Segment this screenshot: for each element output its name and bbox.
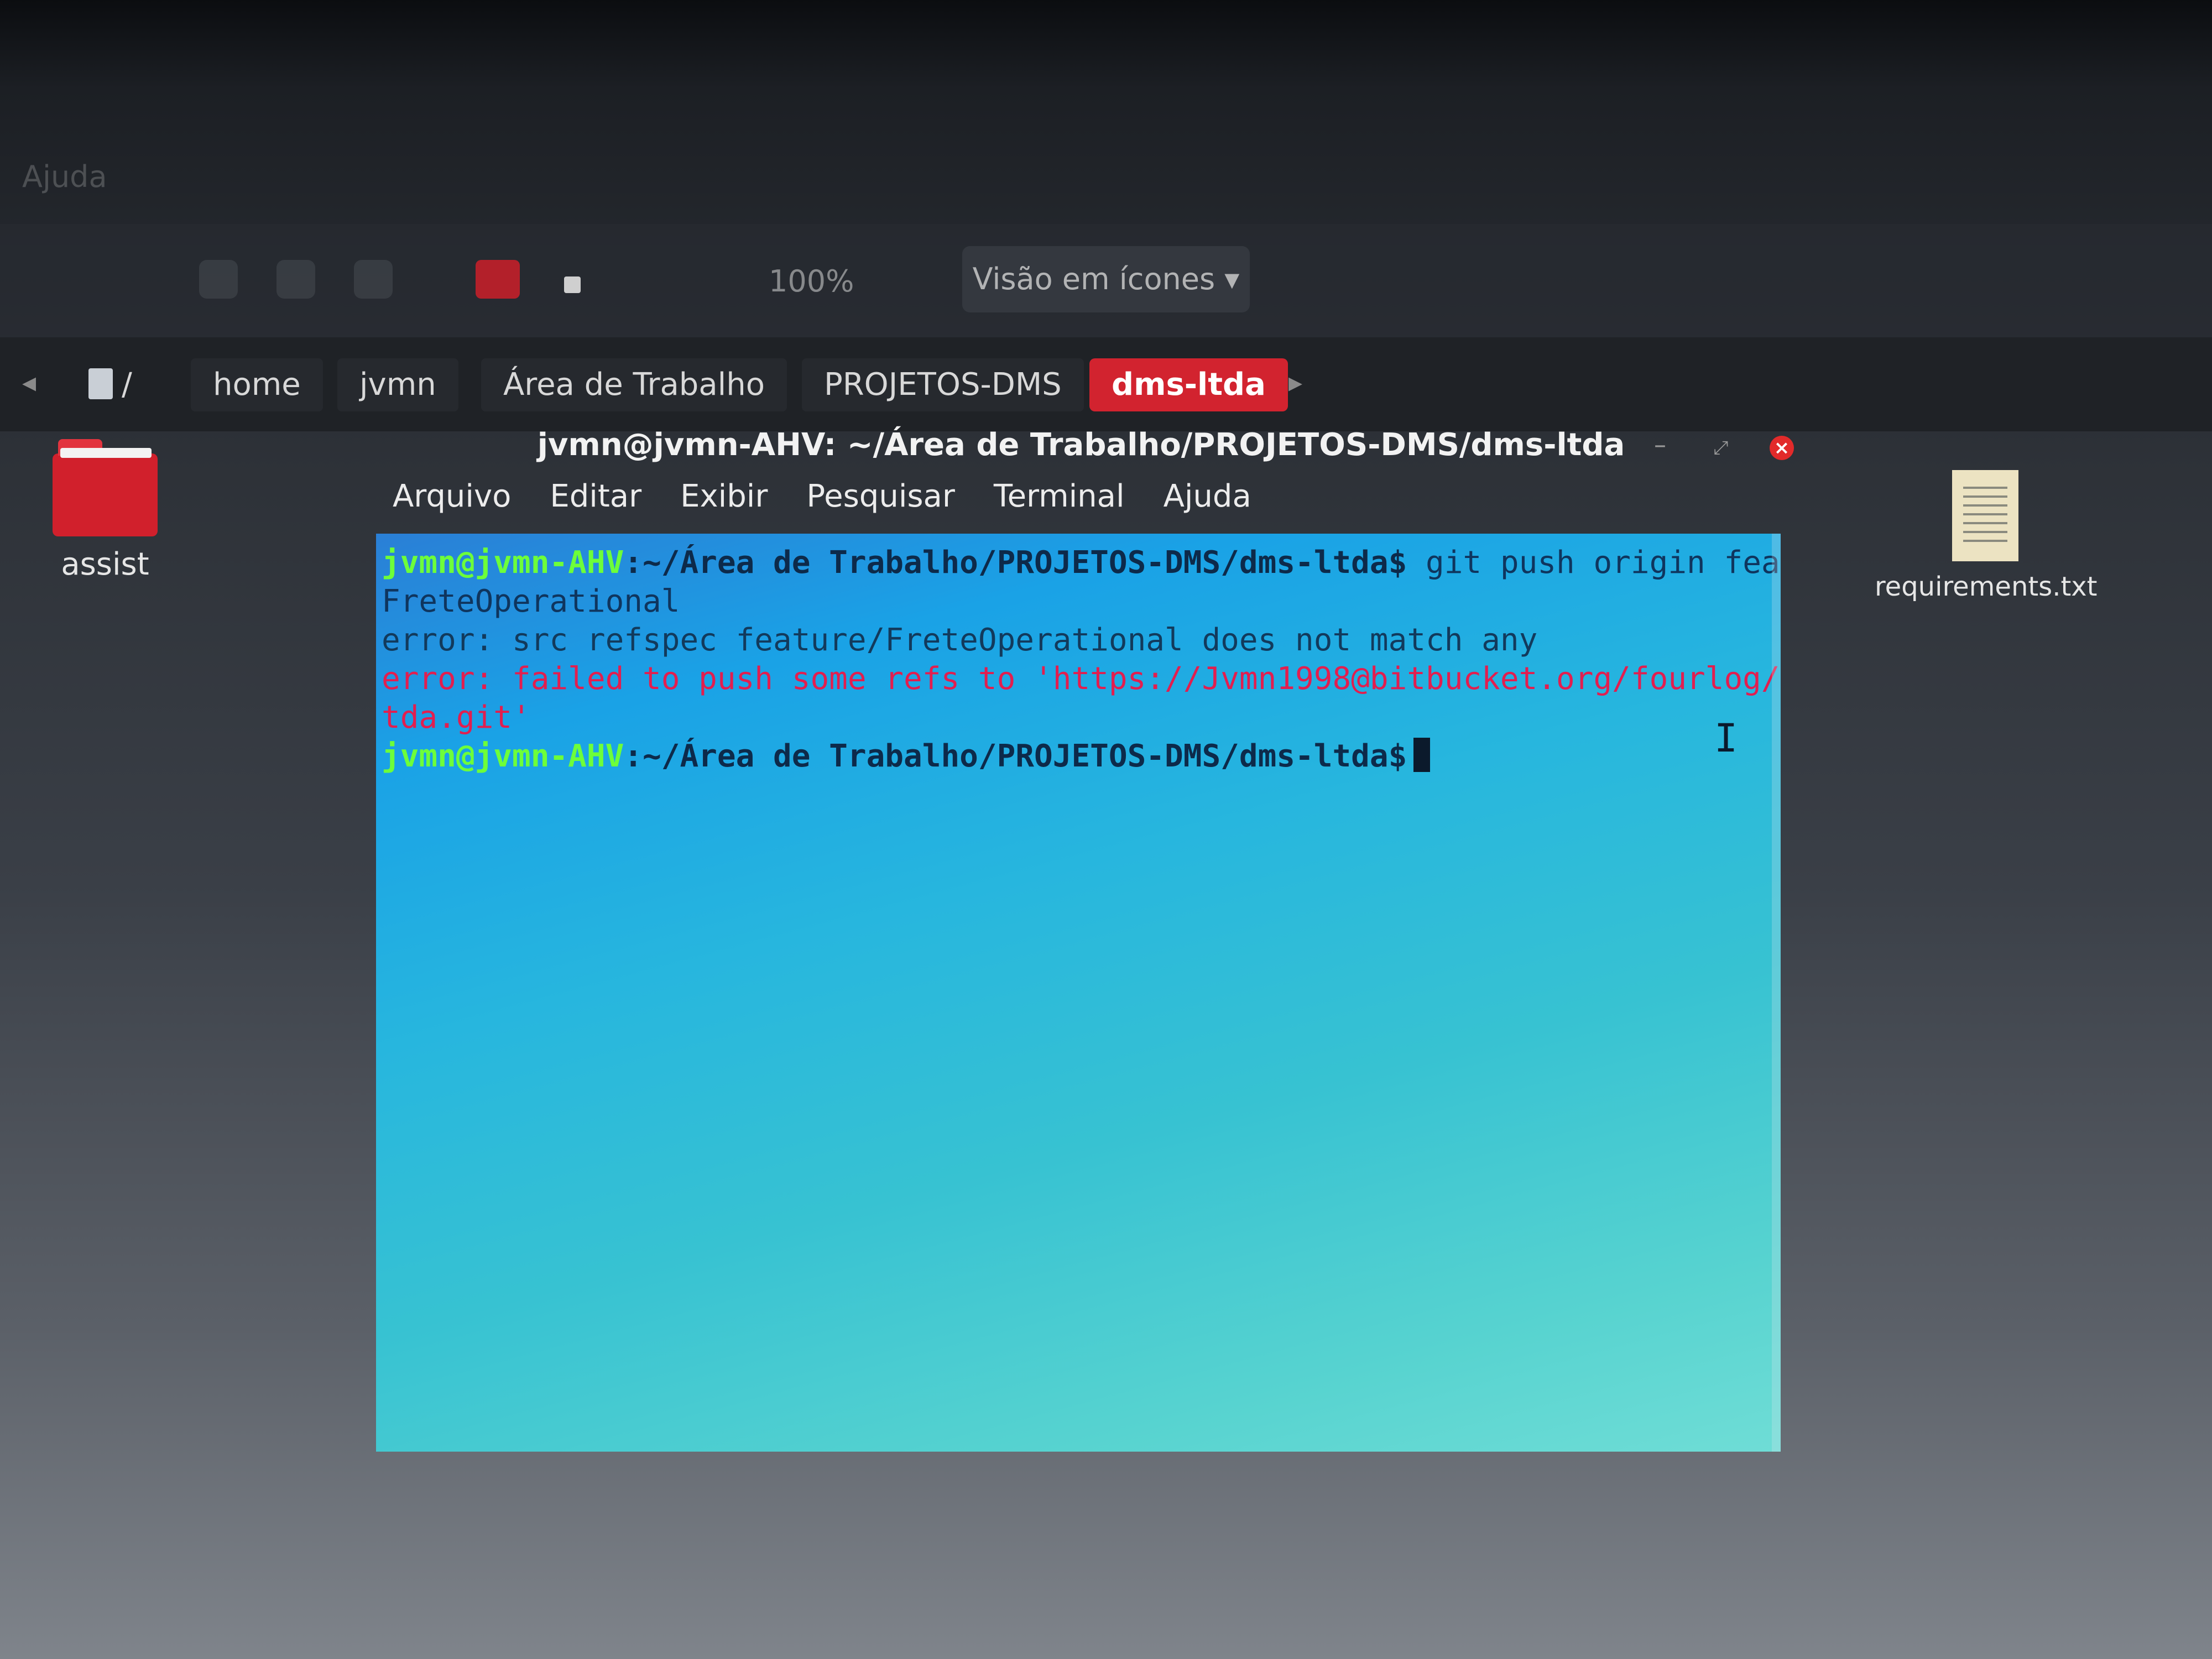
breadcrumb-home[interactable]: home bbox=[191, 358, 323, 411]
zoom-level: 100% bbox=[769, 264, 854, 299]
command-wrap: FreteOperational bbox=[382, 583, 680, 619]
breadcrumb-root[interactable]: / bbox=[66, 358, 154, 411]
chevron-down-icon: ▾ bbox=[1224, 262, 1240, 296]
breadcrumb-area-de-trabalho[interactable]: Área de Trabalho bbox=[481, 358, 787, 411]
terminal-scrollbar[interactable] bbox=[1772, 534, 1781, 1452]
menu-terminal[interactable]: Terminal bbox=[994, 478, 1125, 514]
close-icon[interactable]: × bbox=[1770, 436, 1794, 460]
prompt-path: :~/Área de Trabalho/PROJETOS-DMS/dms-ltd… bbox=[624, 738, 1407, 774]
minimize-icon[interactable]: – bbox=[1648, 433, 1672, 460]
breadcrumb-jvmn[interactable]: jvmn bbox=[337, 358, 458, 411]
desktop-item-assist[interactable]: assist bbox=[39, 439, 171, 582]
menu-arquivo[interactable]: Arquivo bbox=[393, 478, 511, 514]
file-manager-toolbar: 100% Visão em ícones ▾ bbox=[0, 224, 2212, 335]
text-cursor bbox=[1413, 738, 1431, 772]
error-line: error: failed to push some refs to 'http… bbox=[382, 661, 1781, 697]
breadcrumb-dms-ltda[interactable]: dms-ltda bbox=[1089, 358, 1288, 411]
drive-icon bbox=[88, 368, 113, 399]
command-line: jvmn@jvmn-AHV:~/Área de Trabalho/PROJETO… bbox=[382, 544, 1781, 582]
prompt-line: jvmn@jvmn-AHV:~/Área de Trabalho/PROJETO… bbox=[382, 737, 1775, 776]
view-mode-label: Visão em ícones bbox=[972, 262, 1215, 296]
chevron-left-icon[interactable]: ◂ bbox=[22, 366, 36, 398]
view-mode-dropdown[interactable]: Visão em ícones ▾ bbox=[962, 246, 1250, 312]
menu-pesquisar[interactable]: Pesquisar bbox=[806, 478, 955, 514]
terminal-output[interactable]: jvmn@jvmn-AHV:~/Área de Trabalho/PROJETO… bbox=[376, 534, 1781, 1452]
desktop-item-label: requirements.txt bbox=[1875, 571, 2098, 602]
prompt-path: :~/Área de Trabalho/PROJETOS-DMS/dms-ltd… bbox=[624, 545, 1407, 581]
back-icon[interactable] bbox=[199, 260, 238, 299]
prompt-user: jvmn@jvmn-AHV bbox=[382, 738, 624, 774]
folder-toolbar-icon[interactable] bbox=[476, 260, 520, 299]
maximize-icon[interactable]: ⤢ bbox=[1709, 436, 1733, 460]
text-file-icon bbox=[1952, 470, 2018, 561]
folder-icon bbox=[53, 439, 158, 536]
file-manager-menubar: Ajuda bbox=[22, 159, 107, 194]
terminal-window[interactable]: jvmn@jvmn-AHV: ~/Área de Trabalho/PROJET… bbox=[359, 415, 1803, 1465]
terminal-title: jvmn@jvmn-AHV: ~/Área de Trabalho/PROJET… bbox=[537, 427, 1625, 463]
breadcrumb-projetos-dms[interactable]: PROJETOS-DMS bbox=[802, 358, 1084, 411]
refresh-icon[interactable] bbox=[354, 260, 393, 299]
menu-exibir[interactable]: Exibir bbox=[680, 478, 768, 514]
prompt-user: jvmn@jvmn-AHV bbox=[382, 545, 624, 581]
stop-icon[interactable] bbox=[564, 276, 581, 293]
chevron-right-icon[interactable]: ▸ bbox=[1288, 366, 1302, 398]
menu-help[interactable]: Ajuda bbox=[22, 159, 107, 194]
error-line: error: src refspec feature/FreteOperatio… bbox=[382, 622, 1538, 658]
command-text: git push origin feature/ bbox=[1426, 545, 1781, 581]
terminal-menubar: Arquivo Editar Exibir Pesquisar Terminal… bbox=[393, 478, 1251, 514]
error-line-wrap: tda.git' bbox=[382, 700, 531, 735]
menu-ajuda[interactable]: Ajuda bbox=[1164, 478, 1251, 514]
desktop-item-label: assist bbox=[61, 546, 149, 582]
forward-icon[interactable] bbox=[276, 260, 315, 299]
breadcrumb-root-label: / bbox=[122, 367, 132, 403]
desktop-item-requirements[interactable]: requirements.txt bbox=[1875, 470, 2098, 602]
menu-editar[interactable]: Editar bbox=[550, 478, 641, 514]
ibeam-cursor-icon: I bbox=[1714, 716, 1738, 761]
